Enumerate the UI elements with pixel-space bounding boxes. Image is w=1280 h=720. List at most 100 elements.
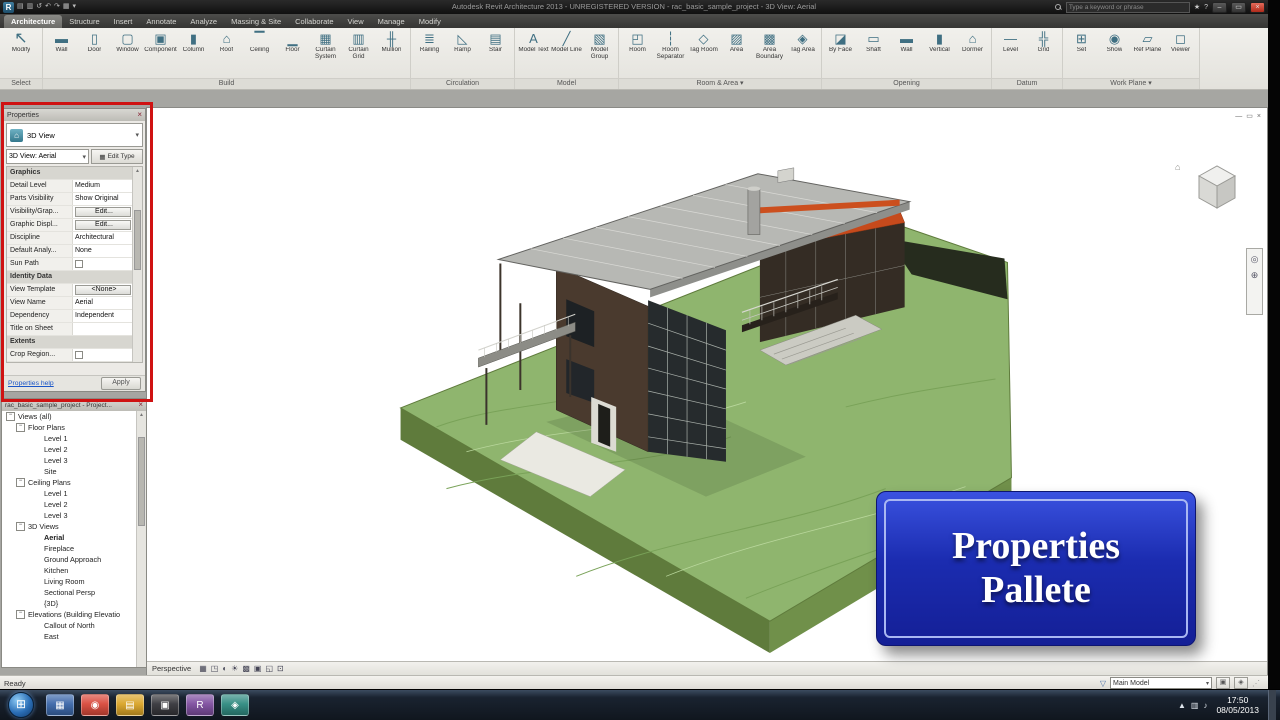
ribbon-tool[interactable]: ↖ Modify [2,30,40,61]
ribbon-tool[interactable]: — Level [994,30,1027,61]
ribbon-tool[interactable]: ▔ Ceiling [243,30,276,61]
ribbon-tool[interactable]: ▯ Door [78,30,111,61]
property-row[interactable]: Title on Sheet [7,323,133,336]
ribbon-tool[interactable]: ⌂ Roof [210,30,243,61]
crop-region-visible-icon[interactable]: ⊡ [277,663,284,675]
ribbon-tool[interactable]: ▩ Area Boundary [753,30,786,61]
ribbon-tool[interactable]: ◪ By Face [824,30,857,61]
ribbon-tool[interactable]: ▨ Area [720,30,753,61]
property-value[interactable]: Edit... [75,207,131,217]
ribbon-tool[interactable]: ▧ Model Group [583,30,616,61]
property-row[interactable]: Sun Path [7,258,133,271]
type-selector[interactable]: ⌂ 3D View ▾ [6,123,143,147]
property-value[interactable] [73,349,133,361]
ribbon-tool[interactable]: ┆ Room Separator [654,30,687,61]
ribbon-tool[interactable]: ▱ Ref Plane [1131,30,1164,61]
property-row[interactable]: Visibility/Grap... Edit... [7,206,133,219]
favorites-icon[interactable]: ★ [1194,3,1200,11]
ribbon-tool[interactable]: ◉ Show [1098,30,1131,61]
tree-item[interactable]: − Floor Plans [2,422,137,433]
ribbon-tool[interactable]: ▦ Curtain System [309,30,342,61]
property-value[interactable]: None [73,245,133,257]
property-value[interactable]: Medium [73,180,133,192]
ribbon-tool[interactable]: ▥ Curtain Grid [342,30,375,61]
tree-item[interactable]: Living Room [2,576,137,587]
infocenter-search-input[interactable] [1065,1,1190,13]
network-icon[interactable]: ▥ [1191,701,1199,710]
property-row[interactable]: Parts Visibility Show Original [7,193,133,206]
tree-item[interactable]: − Elevations (Building Elevatio [2,609,137,620]
panel-label-circulation[interactable]: Circulation [411,77,514,89]
panel-label-build[interactable]: Build [43,77,410,89]
property-row[interactable]: Crop Region... [7,349,133,362]
view-scale-label[interactable]: Perspective [152,664,191,673]
ribbon-tool[interactable]: ⌂ Dormer [956,30,989,61]
property-value[interactable]: <None> [75,285,131,295]
property-row[interactable]: Detail Level Medium [7,180,133,193]
tree-expander-icon[interactable]: − [16,478,25,487]
property-row[interactable]: View Template <None> [7,284,133,297]
ribbon-tool[interactable]: ╱ Model Line [550,30,583,61]
browser-scrollbar[interactable]: ▲ [136,411,146,667]
undo-icon[interactable]: ↶ [45,1,51,13]
start-button[interactable]: ⊞ [8,692,34,718]
redo-icon[interactable]: ↷ [54,1,60,13]
sun-path-icon[interactable]: ☀ [231,663,238,675]
view-minimize-icon[interactable]: — [1235,113,1242,121]
tree-item[interactable]: − 3D Views [2,521,137,532]
scroll-up-icon[interactable]: ▲ [133,167,142,175]
ribbon-tool[interactable]: ▮ Column [177,30,210,61]
minimize-button[interactable]: – [1212,1,1227,13]
property-value[interactable] [73,323,133,335]
ribbon-tool[interactable]: ▬ Wall [890,30,923,61]
tree-expander-icon[interactable]: − [16,610,25,619]
ribbon-tab[interactable]: Insert [107,15,140,28]
tree-item[interactable]: {3D} [2,598,137,609]
ribbon-tool[interactable]: ≣ Railing [413,30,446,61]
ribbon-tab[interactable]: Annotate [139,15,183,28]
ribbon-tab[interactable]: Analyze [183,15,224,28]
taskbar-app-teal[interactable]: ◈ [221,694,249,716]
properties-scrollbar[interactable]: ▲ [132,167,142,362]
tree-item[interactable]: Site [2,466,137,477]
ribbon-tab[interactable]: Massing & Site [224,15,288,28]
property-value[interactable] [73,258,133,270]
tree-item[interactable]: Callout of North [2,620,137,631]
property-row[interactable]: Graphics [7,167,133,180]
property-row[interactable]: Graphic Displ... Edit... [7,219,133,232]
apply-button[interactable]: Apply [101,377,141,390]
exclude-options-toggle[interactable]: ◈ [1234,677,1248,689]
editable-only-toggle[interactable]: ▣ [1216,677,1230,689]
ribbon-tool[interactable]: ⊞ Set [1065,30,1098,61]
scrollbar-thumb[interactable] [134,209,141,271]
ribbon-tool[interactable]: ◈ Tag Area [786,30,819,61]
viewcube-home-icon[interactable]: ⌂ [1175,162,1180,172]
panel-label-model[interactable]: Model [515,77,618,89]
ribbon-tool[interactable]: ▤ Stair [479,30,512,61]
ribbon-tool[interactable]: ▬ Wall [45,30,78,61]
ribbon-tool[interactable]: ▁ Floor [276,30,309,61]
tree-expander-icon[interactable]: − [16,522,25,531]
ribbon-tool[interactable]: ▮ Vertical [923,30,956,61]
tree-item[interactable]: Fireplace [2,543,137,554]
help-icon[interactable]: ? [1204,4,1208,11]
property-row[interactable]: Identity Data [7,271,133,284]
maximize-button[interactable]: ▭ [1231,1,1246,13]
property-value[interactable]: Architectural [73,232,133,244]
tree-expander-icon[interactable]: − [6,412,15,421]
viewcube[interactable]: ⌂ [1175,160,1245,216]
property-row[interactable]: Extents [7,336,133,349]
revit-logo-icon[interactable]: R [3,1,14,13]
ribbon-tab[interactable]: Manage [371,15,412,28]
ribbon-tool[interactable]: ╫ Mullion [375,30,408,61]
panel-label-work-plane[interactable]: Work Plane ▾ [1063,77,1199,89]
property-value[interactable]: Independent [73,310,133,322]
browser-close-icon[interactable]: × [138,400,143,410]
filter-icon[interactable]: ▽ [1100,678,1106,689]
open-icon[interactable]: ▤ [17,1,24,13]
taskbar-chrome[interactable]: ◉ [81,694,109,716]
scroll-up-icon[interactable]: ▲ [137,411,146,419]
ribbon-tab[interactable]: Modify [412,15,448,28]
tree-item[interactable]: Level 2 [2,499,137,510]
property-value[interactable]: Aerial [73,297,133,309]
